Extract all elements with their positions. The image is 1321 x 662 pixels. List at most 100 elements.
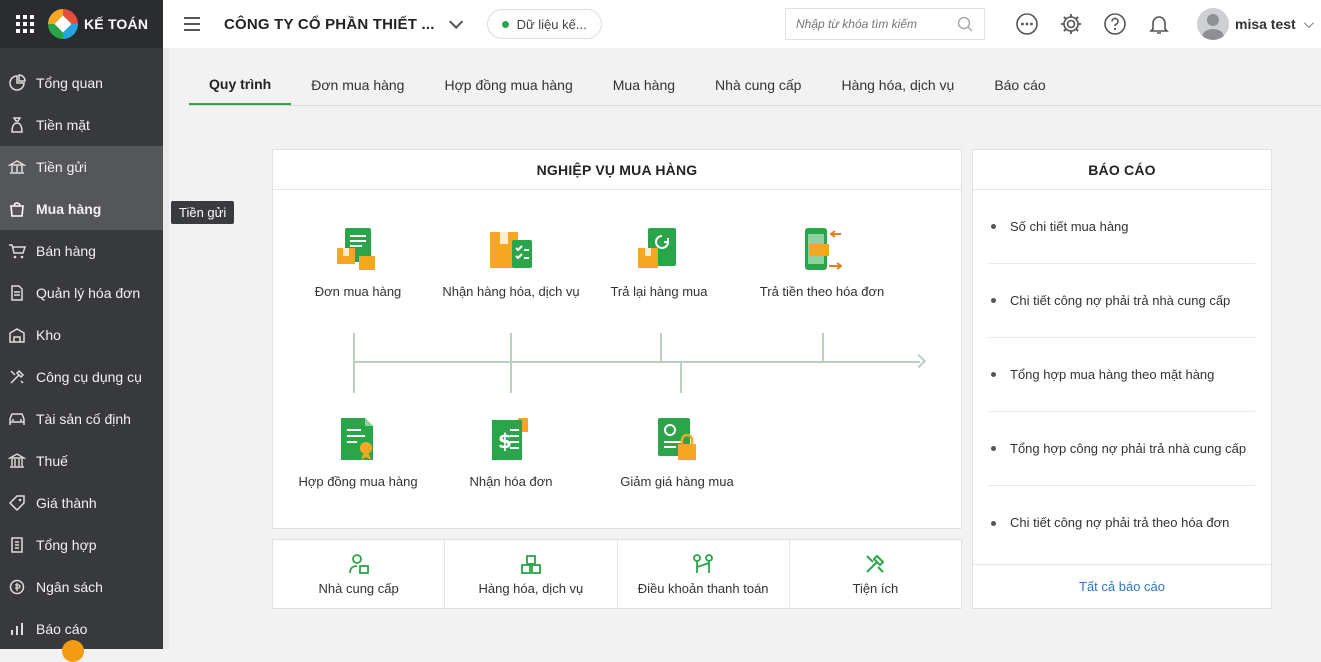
sidebar-item-kho[interactable]: Kho [0,314,163,356]
return-goods-icon [638,228,676,268]
supplier-icon [348,553,369,574]
sidebar-item-quan-ly-hoa-don[interactable]: Quản lý hóa đơn [0,272,163,314]
bullet-icon [991,224,996,229]
government-icon [8,452,26,470]
tab-mua-hang[interactable]: Mua hàng [593,64,695,106]
brand-name: KẾ TOÁN [84,16,149,32]
gear-icon[interactable] [1059,12,1083,36]
help-icon[interactable] [1103,12,1127,36]
all-reports-link[interactable]: Tất cả báo cáo [973,564,1271,608]
process-title: NGHIỆP VỤ MUA HÀNG [273,150,961,190]
warehouse-icon [8,326,26,344]
step-giam-gia-hang-mua[interactable]: Giảm giá hàng mua [607,416,747,491]
car-icon [8,410,26,428]
notification-badge[interactable] [62,640,84,662]
data-source-label: Dữ liệu kế... [516,16,587,32]
sidebar-item-label: Ngân sách [36,579,103,595]
step-tra-lai-hang-mua[interactable]: Trả lại hàng mua [589,226,729,301]
sidebar-item-gia-thanh[interactable]: Giá thành [0,482,163,524]
purchase-discount-icon [658,418,696,460]
avatar [1197,8,1229,40]
sidebar-item-label: Giá thành [36,495,97,511]
step-label: Nhận hóa đơn [469,474,553,489]
svg-text:$: $ [498,429,512,453]
sidebar-item-thue[interactable]: Thuế [0,440,163,482]
report-link-label: Chi tiết công nợ phải trả nhà cung cấp [1010,292,1231,308]
bar-chart-icon [8,620,26,638]
step-nhan-hang-hoa[interactable]: Nhận hàng hóa, dịch vụ [441,226,581,301]
shortcut-nha-cung-cap[interactable]: Nhà cung cấp [273,540,446,608]
shortcut-hang-hoa-dich-vu[interactable]: Hàng hóa, dịch vụ [445,540,618,608]
sidebar-item-tai-san-co-dinh[interactable]: Tài sản cố định [0,398,163,440]
step-hop-dong-mua-hang[interactable]: Hợp đồng mua hàng [288,416,428,491]
step-label: Đơn mua hàng [314,284,402,299]
report-link-label: Số chi tiết mua hàng [1010,218,1129,234]
tab-bao-cao[interactable]: Báo cáo [974,64,1065,106]
connector [680,362,682,393]
bullet-icon [991,446,996,451]
purchase-contract-icon [341,418,373,460]
tab-don-mua-hang[interactable]: Đơn mua hàng [291,64,424,106]
step-don-mua-hang[interactable]: Đơn mua hàng [288,226,428,301]
sidebar-scrollbar[interactable] [163,48,169,649]
report-link[interactable]: Chi tiết công nợ phải trả nhà cung cấp [989,264,1255,338]
money-bag-icon [8,116,26,134]
top-header: CÔNG TY CỔ PHẦN THIẾT ... Dữ liệu kế... … [163,0,1321,48]
user-name: misa test [1235,16,1296,32]
report-link[interactable]: Tổng hợp công nợ phải trả nhà cung cấp [989,412,1255,486]
bullet-icon [991,520,996,526]
cart-icon [8,242,26,260]
sidebar-item-mua-hang[interactable]: Mua hàng [0,188,163,230]
sidebar-item-tien-mat[interactable]: Tiền mặt [0,104,163,146]
sidebar-item-cong-cu-dung-cu[interactable]: Công cụ dụng cụ [0,356,163,398]
tab-quy-trinh[interactable]: Quy trình [189,64,292,106]
app-grid-icon[interactable] [16,15,34,33]
connector [353,333,355,393]
report-link[interactable]: Số chi tiết mua hàng [989,190,1255,264]
sidebar-item-tong-quan[interactable]: Tổng quan [0,62,163,104]
sidebar-tooltip: Tiền gửi [171,201,235,224]
shortcut-dieu-khoan-thanh-toan[interactable]: Điều khoản thanh toán [618,540,790,608]
invoice-icon [8,284,26,302]
company-name[interactable]: CÔNG TY CỔ PHẦN THIẾT ... [224,16,435,33]
sidebar-item-tong-hop[interactable]: Tổng hợp [0,524,163,566]
status-dot-icon [501,20,509,28]
user-menu[interactable]: misa test [1197,8,1314,40]
chart-pie-icon [8,74,26,92]
connector [510,333,512,393]
search-input[interactable] [796,17,956,31]
report-link[interactable]: Tổng hợp mua hàng theo mặt hàng [989,338,1255,412]
tab-nha-cung-cap[interactable]: Nhà cung cấp [695,64,821,106]
sidebar-item-label: Kho [36,327,61,343]
shortcut-bar: Nhà cung cấp Hàng hóa, dịch vụ Điều khoả… [272,539,962,609]
sidebar-item-ngan-sach[interactable]: Ngân sách [0,566,163,608]
search-icon[interactable] [956,15,974,33]
receive-invoice-icon: $ [492,418,528,460]
sidebar-item-label: Tài sản cố định [36,411,131,427]
shortcut-label: Điều khoản thanh toán [637,580,769,596]
misa-logo [48,9,78,39]
tab-hang-hoa-dich-vu[interactable]: Hàng hóa, dịch vụ [821,64,974,106]
step-nhan-hoa-don[interactable]: $ Nhận hóa đơn [441,416,581,491]
bell-icon[interactable] [1147,12,1171,36]
step-label: Nhận hàng hóa, dịch vụ [442,284,580,299]
sidebar-item-tien-gui[interactable]: Tiền gửi [0,146,163,188]
budget-icon [8,578,26,596]
sidebar-item-label: Tổng hợp [36,537,97,553]
step-tra-tien-theo-hoa-don[interactable]: Trả tiền theo hóa đơn [752,226,892,301]
report-link-label: Chi tiết công nợ phải trả theo hóa đơn [1010,515,1230,530]
report-panel: BÁO CÁO Số chi tiết mua hàng Chi tiết cô… [972,149,1272,609]
shortcut-tien-ich[interactable]: Tiện ích [790,540,961,608]
utilities-icon [866,554,885,573]
more-options-icon[interactable] [1015,12,1039,36]
sidebar-item-ban-hang[interactable]: Bán hàng [0,230,163,272]
connector [822,333,824,362]
tab-hop-dong-mua-hang[interactable]: Hợp đồng mua hàng [424,64,592,106]
shopping-bag-icon [8,200,26,218]
report-link[interactable]: Chi tiết công nợ phải trả theo hóa đơn [989,486,1255,560]
menu-toggle-icon[interactable] [184,17,200,31]
sidebar-item-label: Tiền mặt [36,117,90,133]
chevron-down-icon[interactable] [448,14,463,29]
shortcut-label: Tiện ích [852,580,899,596]
data-source-selector[interactable]: Dữ liệu kế... [486,9,602,39]
